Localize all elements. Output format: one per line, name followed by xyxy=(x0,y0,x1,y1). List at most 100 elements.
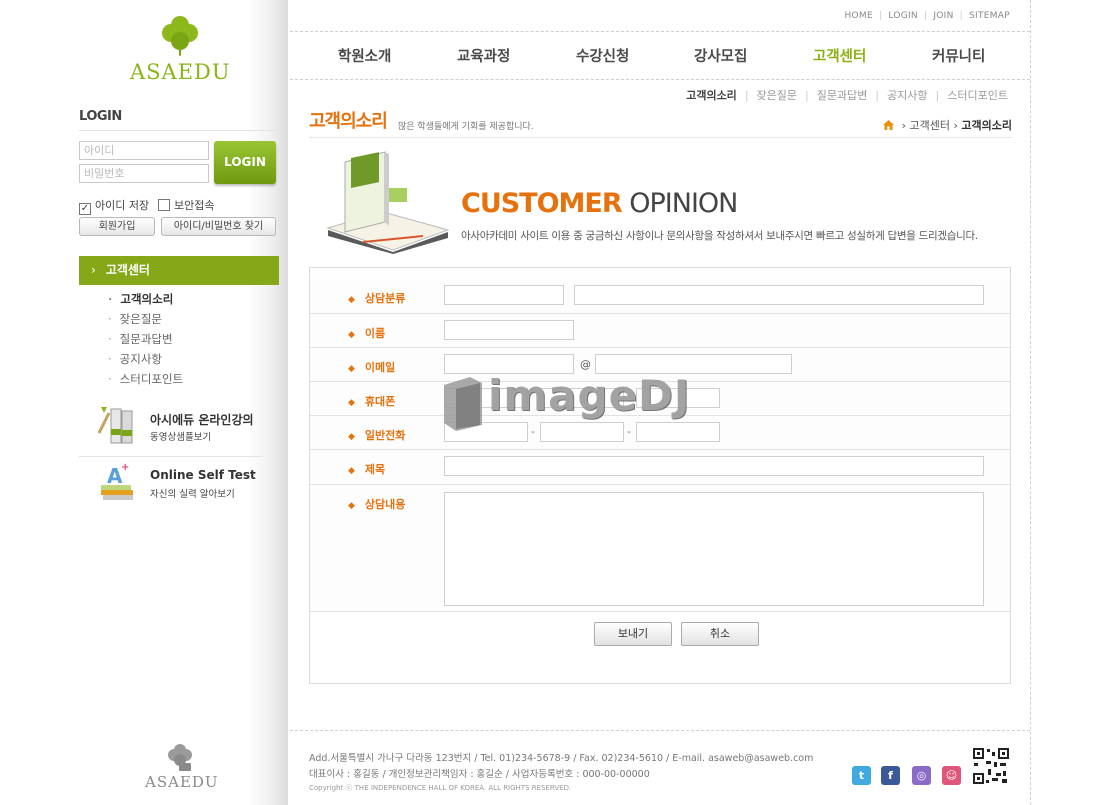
gnb-item-support[interactable]: 고객센터 xyxy=(813,45,866,66)
subject-input[interactable] xyxy=(444,456,984,476)
breadcrumb: › 고객센터 › 고객의소리 xyxy=(883,117,1012,133)
svg-text:+: + xyxy=(121,462,129,473)
form-row-name: ◆ 이름 xyxy=(310,314,1010,348)
category-select[interactable] xyxy=(444,285,564,305)
binders-icon xyxy=(97,407,133,444)
watermark-door-icon xyxy=(444,377,482,431)
divider xyxy=(290,730,1030,731)
local-nav: 고객의소리 | 잦은질문 | 질문과답변 | 공지사항 | 스터디포인트 xyxy=(686,89,1008,102)
cyworld-icon[interactable]: ☺ xyxy=(942,766,961,785)
heading-bold: CUSTOMER xyxy=(461,188,623,219)
sidebar-menu-title[interactable]: › 고객센터 xyxy=(79,256,279,285)
promo-title: Online Self Test xyxy=(150,468,256,482)
id-input[interactable]: 아이디 xyxy=(79,141,209,160)
form-row-content: ◆ 상담내용 xyxy=(310,485,1010,612)
sidebar-menu-title-label: 고객센터 xyxy=(105,263,150,277)
watermark: imageDJ xyxy=(440,371,690,431)
category-detail-input[interactable] xyxy=(574,285,984,305)
watermark-text: imageDJ xyxy=(488,371,691,420)
lnb-item-qna[interactable]: 질문과답변 xyxy=(817,89,868,102)
util-join-link[interactable]: JOIN xyxy=(933,11,953,21)
sidebar-item-notice[interactable]: · 공지사항 xyxy=(108,351,183,371)
footer-logo-text: ASAEDU xyxy=(145,773,219,791)
secure-login-checkbox[interactable]: 보안접속 xyxy=(158,197,214,213)
heading-rest: OPINION xyxy=(629,188,738,219)
footer-copyright: Copyright ⓒ THE INDEPENDENCE HALL OF KOR… xyxy=(309,784,572,792)
secure-login-label: 보안접속 xyxy=(174,199,215,212)
footer-address: Add.서울특별시 가나구 다라동 123번지 / Tel. 01)234-56… xyxy=(309,753,814,764)
sidebar-item-studypoint[interactable]: · 스터디포인트 xyxy=(108,371,183,391)
gnb-item-courses[interactable]: 교육과정 xyxy=(457,45,510,66)
home-icon[interactable] xyxy=(883,120,895,130)
gnb-item-recruit[interactable]: 강사모집 xyxy=(694,45,747,66)
gnb-item-enroll[interactable]: 수강신청 xyxy=(576,45,629,66)
form-label: ◆ 휴대폰 xyxy=(348,395,396,408)
lnb-item-notice[interactable]: 공지사항 xyxy=(887,89,927,102)
util-home-link[interactable]: HOME xyxy=(844,11,873,21)
clover-icon xyxy=(160,16,200,58)
find-account-button[interactable]: 아이디/비밀번호 찾기 xyxy=(161,217,276,236)
gnb-item-community[interactable]: 커뮤니티 xyxy=(932,45,985,66)
blog-icon[interactable]: ◎ xyxy=(912,766,931,785)
section-description: 아사아카데미 사이트 이용 중 궁금하신 사항이나 문의사항을 작성하셔서 보내… xyxy=(461,230,978,242)
form-row-category: ◆ 상담분류 xyxy=(310,279,1010,314)
book-illustration-icon xyxy=(326,151,450,254)
breadcrumb-sep: › xyxy=(953,119,958,132)
sidebar-submenu: · 고객의소리 · 잦은질문 · 질문과답변 · 공지사항 · 스터디포인트 xyxy=(108,291,183,391)
divider xyxy=(79,130,278,131)
email-at-sign: @ xyxy=(580,358,591,371)
password-input[interactable]: 비밀번호 xyxy=(79,164,209,183)
sidebar: ASAEDU LOGIN 아이디 비밀번호 LOGIN ✓ 아이디 저장 보안접속… xyxy=(0,0,288,805)
promo-online-lecture[interactable]: 아시에듀 온라인강의 동영상샘플보기 xyxy=(95,403,280,451)
logo-text: ASAEDU xyxy=(130,60,231,84)
arrow-right-icon: › xyxy=(91,263,96,277)
promo-self-test[interactable]: A + Online Self Test 자신의 실력 알아보기 xyxy=(95,460,280,508)
lnb-item-studypoint[interactable]: 스터디포인트 xyxy=(947,89,1008,102)
breadcrumb-current: 고객의소리 xyxy=(961,119,1012,132)
form-row-subject: ◆ 제목 xyxy=(310,450,1010,485)
login-title: LOGIN xyxy=(79,109,122,124)
form-label: ◆ 제목 xyxy=(348,463,386,476)
lnb-item-faq[interactable]: 잦은질문 xyxy=(757,89,797,102)
util-login-link[interactable]: LOGIN xyxy=(888,11,918,21)
save-id-checkbox[interactable]: ✓ 아이디 저장 xyxy=(79,197,149,215)
save-id-label: 아이디 저장 xyxy=(95,199,150,212)
promo-subtitle: 자신의 실력 알아보기 xyxy=(150,489,235,500)
form-label: ◆ 상담내용 xyxy=(348,498,406,511)
footer-info: 대표이사 : 홍길동 / 개인정보관리책임자 : 홍길순 / 사업자등록번호 :… xyxy=(309,769,650,780)
login-button[interactable]: LOGIN xyxy=(214,141,276,184)
breadcrumb-sep: › xyxy=(901,119,906,132)
promo-title: 아시에듀 온라인강의 xyxy=(150,413,254,427)
util-sitemap-link[interactable]: SITEMAP xyxy=(969,11,1010,21)
qr-code-icon xyxy=(972,747,1010,785)
name-input[interactable] xyxy=(444,320,574,340)
sidebar-item-qna[interactable]: · 질문과답변 xyxy=(108,331,183,351)
cancel-button[interactable]: 취소 xyxy=(681,622,759,646)
twitter-icon[interactable]: t xyxy=(852,766,871,785)
checkbox-checked-icon: ✓ xyxy=(79,203,91,215)
gnb-item-about[interactable]: 학원소개 xyxy=(338,45,391,66)
form-label: ◆ 일반전화 xyxy=(348,429,406,442)
section-heading: CUSTOMER OPINION xyxy=(461,188,738,219)
sidebar-item-voice[interactable]: · 고객의소리 xyxy=(108,291,183,311)
form-label: ◆ 상담분류 xyxy=(348,292,406,305)
books-a-plus-icon: A + xyxy=(101,462,133,500)
sidebar-item-faq[interactable]: · 잦은질문 xyxy=(108,311,183,331)
page-title: 고객의소리 xyxy=(309,111,388,132)
content-textarea[interactable] xyxy=(444,492,984,606)
footer-logo: ASAEDU xyxy=(145,744,219,791)
form-label: ◆ 이름 xyxy=(348,327,386,340)
logo[interactable]: ASAEDU xyxy=(130,16,231,84)
promo-subtitle: 동영상샘플보기 xyxy=(150,432,212,443)
form-label: ◆ 이메일 xyxy=(348,361,396,374)
divider xyxy=(79,456,263,457)
lnb-item-voice[interactable]: 고객의소리 xyxy=(686,89,737,102)
divider xyxy=(1030,0,1031,805)
clover-icon xyxy=(167,744,193,771)
join-button[interactable]: 회원가입 xyxy=(79,217,155,236)
breadcrumb-item[interactable]: 고객센터 xyxy=(910,119,950,132)
facebook-icon[interactable]: f xyxy=(881,766,900,785)
submit-button[interactable]: 보내기 xyxy=(594,622,672,646)
divider xyxy=(309,137,1012,138)
util-nav: HOME | LOGIN | JOIN | SITEMAP xyxy=(844,11,1010,21)
